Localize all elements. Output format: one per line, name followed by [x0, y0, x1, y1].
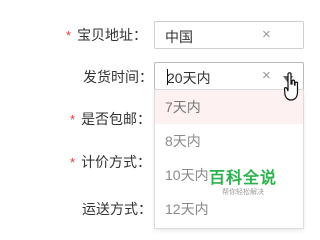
address-select[interactable]: 中国 ×: [154, 21, 304, 49]
hand-cursor-icon: [283, 72, 300, 107]
watermark-title: 百科全说: [208, 170, 277, 187]
pricing-label: 计价方式：: [81, 154, 152, 170]
required-mark: *: [66, 28, 72, 43]
ship-time-select[interactable]: 20天内 ×: [154, 62, 304, 90]
required-mark: *: [70, 112, 76, 127]
ship-time-label: 发货时间：: [83, 69, 153, 85]
free-shipping-label: 是否包邮：: [81, 111, 152, 127]
pricing-row-label: * 计价方式：: [70, 153, 151, 172]
dropdown-option[interactable]: 7天内: [155, 90, 303, 124]
close-icon[interactable]: ×: [262, 67, 271, 85]
watermark-subtitle: 帮你轻松解决: [222, 189, 264, 196]
address-row-label: * 宝贝地址：: [66, 26, 147, 45]
dropdown-option[interactable]: 8天内: [155, 124, 303, 158]
ship-time-value: 20天内: [167, 70, 211, 86]
shipping-method-label: 运送方式：: [82, 201, 152, 217]
required-mark: *: [70, 155, 76, 170]
dropdown-option[interactable]: 12天内: [155, 192, 303, 226]
free-shipping-row-label: * 是否包邮：: [70, 110, 151, 129]
ship-time-dropdown: 7天内 8天内 10天内 12天内: [154, 89, 304, 229]
address-label: 宝贝地址：: [77, 27, 148, 43]
close-icon[interactable]: ×: [262, 26, 271, 44]
address-value: 中国: [165, 29, 193, 45]
watermark-logo: 百科全说 帮你轻松解决: [205, 170, 281, 197]
